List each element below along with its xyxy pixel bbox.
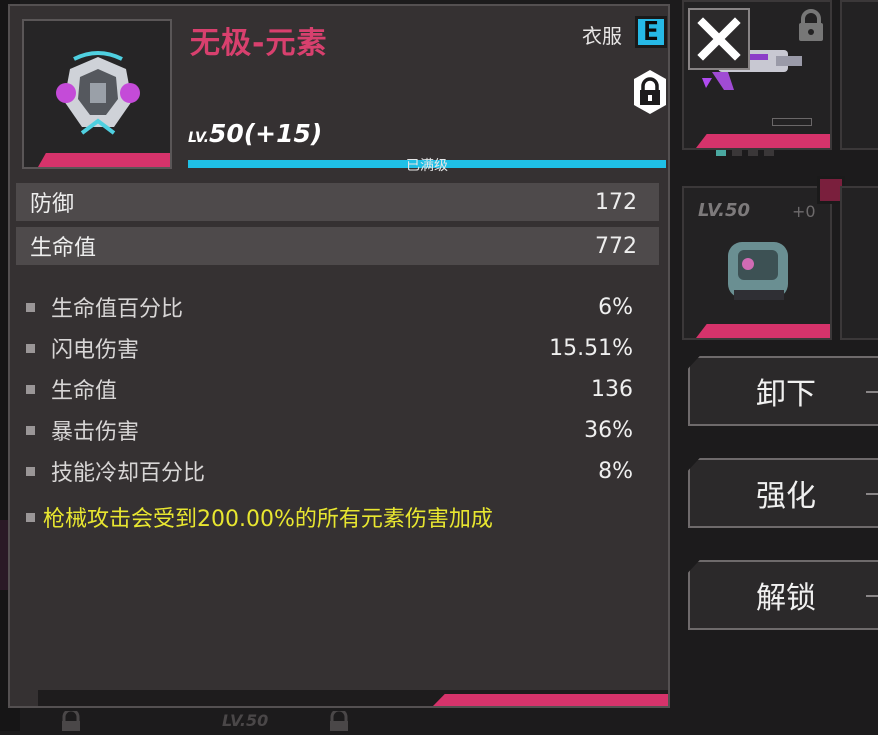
sub-stat-label: 闪电伤害 [51,338,140,363]
bullet-icon [26,302,35,312]
weapon-dots [716,150,816,158]
sub-stat-label: 生命值 [51,379,118,404]
main-stat-value: 172 [595,189,637,215]
main-stat-value: 772 [595,233,637,259]
item-thumbnail [22,19,172,169]
special-effect-row: 枪械攻击会受到200.00%的所有元素伤害加成 [26,501,493,533]
bullet-icon [26,343,35,353]
enhance-label: 强化 [756,479,816,514]
lock-icon [799,9,823,41]
button-tick [866,493,878,495]
equipment-card-partial[interactable] [840,0,878,150]
button-tick [866,595,878,597]
enhance-button[interactable]: 强化 [688,458,878,528]
sub-stat-row: 生命值 136 [26,371,633,407]
unequip-button[interactable]: 卸下 [688,356,878,426]
lock-icon[interactable] [632,68,668,116]
panel-rarity-accent [433,694,668,706]
sub-stat-row: 生命值百分比 6% [26,289,633,325]
panel-bottom-bar [38,690,668,706]
sub-stat-value: 136 [591,376,633,402]
rarity-badge: E [635,16,667,48]
background-lock-icon-2 [328,708,350,731]
unlock-button[interactable]: 解锁 [688,560,878,630]
item-detail-panel: 无极-元素 衣服 E LV.50(+15) 已满级 防御 172 生命值 772… [8,4,670,708]
sub-stat-value: 8% [598,458,633,484]
sub-stat-row: 技能冷却百分比 8% [26,453,633,489]
sub-stat-value: 6% [598,294,633,320]
special-effect-text: 枪械攻击会受到200.00%的所有元素伤害加成 [43,507,493,532]
sub-stat-label: 生命值百分比 [51,297,184,322]
level-prefix: LV. [188,130,209,146]
card-rarity-bar-2 [696,324,830,338]
card-rarity-bar [696,134,830,148]
item-slot: 衣服 [582,24,622,48]
close-button[interactable] [688,8,750,70]
bullet-icon [26,425,35,435]
unequip-label: 卸下 [756,377,816,412]
sub-stat-label: 暴击伤害 [51,420,140,445]
level-value: 50(+15) [208,119,323,148]
bullet-icon [26,384,35,394]
sub-stat-value: 36% [584,417,633,443]
item-name: 无极-元素 [190,26,328,61]
sub-stat-label: 技能冷却百分比 [51,461,206,486]
equipment-card-partial-2[interactable] [840,186,878,340]
bullet-icon [26,466,35,476]
level-status: 已满级 [406,158,448,174]
item-level: LV.50(+15) [188,119,322,148]
main-stat-row: 防御 172 [16,183,659,221]
background-level-text: LV.50 [222,711,269,730]
thumbnail-rarity-bar [38,153,170,167]
bullet-icon [26,512,35,522]
card-plus: +0 [792,202,816,221]
background-lock-icon [60,708,82,731]
main-stat-label: 生命值 [30,236,97,261]
sub-stat-row: 闪电伤害 15.51% [26,330,633,366]
unlock-label: 解锁 [756,581,816,616]
button-tick [866,391,878,393]
card-level: LV.50 [698,200,751,221]
main-stat-label: 防御 [30,192,75,217]
sub-stat-row: 暴击伤害 36% [26,412,633,448]
weapon-slot-indicator [772,118,812,126]
close-icon [697,17,741,61]
sub-stat-value: 15.51% [549,335,633,361]
equipment-card-armor[interactable]: LV.50 +0 [682,186,832,340]
armor-item-image [56,51,140,135]
armor-image [728,242,788,300]
main-stat-row: 生命值 772 [16,227,659,265]
